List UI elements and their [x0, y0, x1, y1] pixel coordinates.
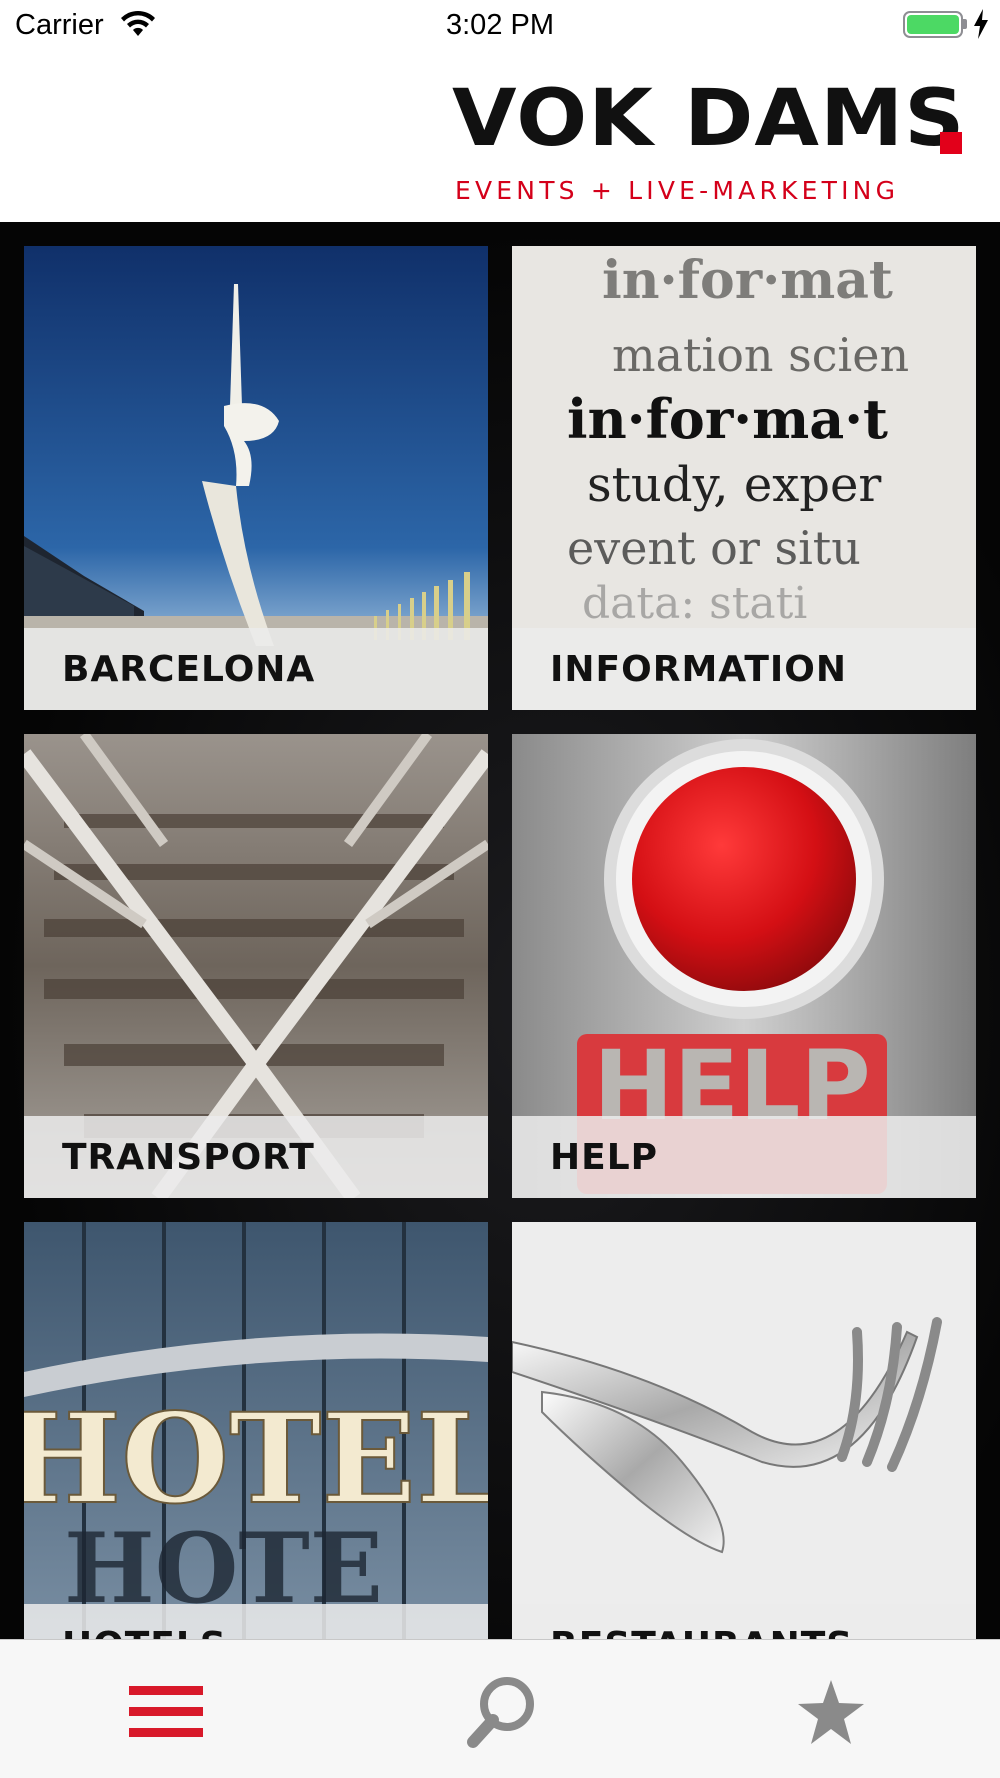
tile-label: TRANSPORT: [62, 1137, 315, 1178]
tab-search[interactable]: [333, 1640, 666, 1778]
star-icon: [798, 1680, 864, 1744]
logo-dot: [940, 132, 962, 154]
logo-brand: VOK DAMS: [452, 74, 966, 164]
svg-text:HOTEL: HOTEL: [24, 1387, 488, 1532]
tile-help[interactable]: HELP HELP: [512, 734, 976, 1198]
logo-tagline: EVENTS + LIVE-MARKETING: [455, 176, 900, 205]
app-header: VOK DAMS EVENTS + LIVE-MARKETING: [0, 50, 1000, 222]
tile-label-bar: HOTELS: [24, 1604, 488, 1639]
hotel-sign-image: HOTEL HOTE: [24, 1222, 488, 1639]
status-time: 3:02 PM: [446, 9, 554, 41]
tile-label: BARCELONA: [62, 649, 316, 690]
search-icon: [467, 1677, 534, 1748]
vok-dams-logo: VOK DAMS EVENTS + LIVE-MARKETING: [452, 74, 966, 205]
knife-and-fork-image: [512, 1222, 976, 1639]
tab-menu[interactable]: [0, 1640, 333, 1778]
battery-icon: [903, 11, 963, 38]
tab-favorites[interactable]: [666, 1640, 999, 1778]
tile-restaurants[interactable]: RESTAURANTS: [512, 1222, 976, 1639]
category-grid: BARCELONA in·for·mat mation scien in·for…: [0, 222, 1000, 1639]
tile-label-bar: TRANSPORT: [24, 1116, 488, 1198]
battery-tip: [963, 19, 967, 29]
tile-label-bar: HELP: [512, 1116, 976, 1198]
hamburger-icon: [129, 1686, 203, 1737]
status-bar: Carrier 3:02 PM: [0, 0, 1000, 50]
svg-text:data: stati: data: stati: [582, 578, 807, 629]
tile-label-bar: BARCELONA: [24, 628, 488, 710]
tile-information[interactable]: in·for·mat mation scien in·for·ma·t stud…: [512, 246, 976, 710]
tile-label-bar: RESTAURANTS: [512, 1604, 976, 1639]
tile-label: INFORMATION: [550, 649, 848, 690]
tile-hotels[interactable]: HOTEL HOTE HOTELS: [24, 1222, 488, 1639]
app-screen: Carrier 3:02 PM VOK DAMS EVENTS + LIVE-M…: [0, 0, 1000, 1778]
tile-label: HELP: [550, 1137, 659, 1178]
tab-bar: [0, 1639, 1000, 1778]
tile-label: HOTELS: [62, 1628, 227, 1640]
svg-text:mation scien: mation scien: [612, 328, 909, 382]
tile-transport[interactable]: TRANSPORT: [24, 734, 488, 1198]
charging-bolt-icon: [974, 9, 988, 39]
svg-text:study, exper: study, exper: [587, 457, 881, 513]
svg-text:in·for·mat: in·for·mat: [602, 250, 893, 311]
svg-text:in·for·ma·t: in·for·ma·t: [567, 387, 888, 451]
tile-barcelona[interactable]: BARCELONA: [24, 246, 488, 710]
svg-text:event or situ: event or situ: [567, 521, 861, 575]
tile-label: RESTAURANTS: [550, 1628, 853, 1640]
tile-label-bar: INFORMATION: [512, 628, 976, 710]
